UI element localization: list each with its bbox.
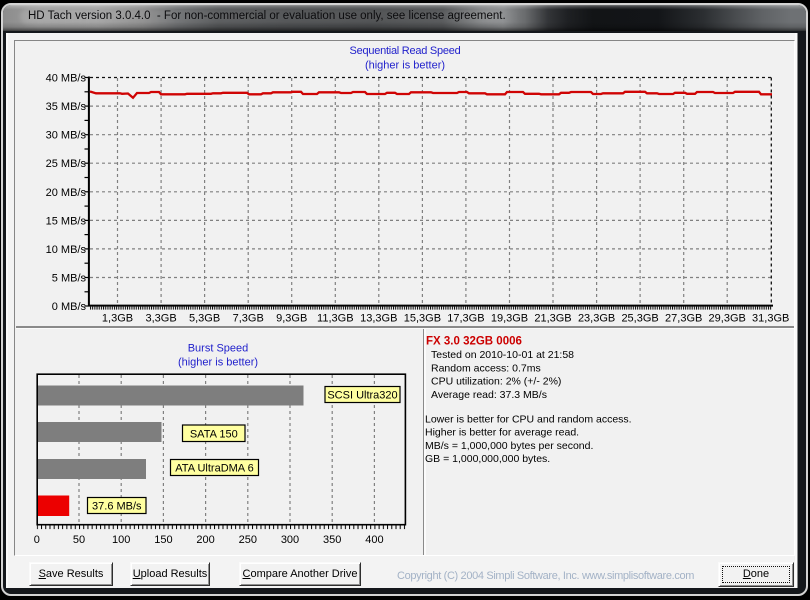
- svg-text:400: 400: [365, 534, 383, 546]
- svg-text:25 MB/s: 25 MB/s: [46, 158, 87, 170]
- svg-text:(higher is better): (higher is better): [178, 357, 258, 369]
- svg-text:FX 3.0 32GB 0006: FX 3.0 32GB 0006: [426, 336, 522, 348]
- svg-text:37.6 MB/s: 37.6 MB/s: [92, 501, 142, 513]
- svg-text:MB/s = 1,000,000 bytes per sec: MB/s = 1,000,000 bytes per second.: [425, 440, 593, 452]
- svg-text:11,3GB: 11,3GB: [317, 313, 354, 325]
- svg-text:Burst Speed: Burst Speed: [188, 343, 249, 355]
- svg-text:200: 200: [196, 534, 214, 546]
- svg-text:Tested on 2010-10-01 at 21:58: Tested on 2010-10-01 at 21:58: [431, 349, 574, 361]
- svg-text:0 MB/s: 0 MB/s: [52, 301, 87, 313]
- svg-text:20 MB/s: 20 MB/s: [46, 187, 87, 199]
- svg-text:35 MB/s: 35 MB/s: [46, 101, 87, 113]
- svg-text:ATA UltraDMA 6: ATA UltraDMA 6: [175, 463, 253, 475]
- svg-text:30 MB/s: 30 MB/s: [46, 130, 87, 142]
- svg-text:SCSI Ultra320: SCSI Ultra320: [327, 390, 397, 402]
- svg-text:50: 50: [73, 534, 85, 546]
- svg-text:31,3GB: 31,3GB: [752, 313, 789, 325]
- svg-text:350: 350: [323, 534, 341, 546]
- svg-text:Random access: 0.7ms: Random access: 0.7ms: [431, 362, 541, 374]
- svg-text:Lower is better for CPU and ra: Lower is better for CPU and random acces…: [425, 413, 632, 425]
- svg-text:9,3GB: 9,3GB: [276, 313, 307, 325]
- svg-text:CPU utilization: 2% (+/- 2%): CPU utilization: 2% (+/- 2%): [431, 376, 561, 388]
- svg-text:3,3GB: 3,3GB: [146, 313, 177, 325]
- svg-text:15 MB/s: 15 MB/s: [46, 215, 87, 227]
- svg-text:19,3GB: 19,3GB: [491, 313, 528, 325]
- svg-text:7,3GB: 7,3GB: [233, 313, 264, 325]
- svg-text:(higher is better): (higher is better): [365, 60, 445, 72]
- svg-text:5,3GB: 5,3GB: [189, 313, 220, 325]
- svg-text:25,3GB: 25,3GB: [621, 313, 658, 325]
- svg-text:29,3GB: 29,3GB: [709, 313, 746, 325]
- svg-text:10 MB/s: 10 MB/s: [46, 244, 87, 256]
- svg-text:17,3GB: 17,3GB: [447, 313, 484, 325]
- svg-text:300: 300: [281, 534, 299, 546]
- svg-text:13,3GB: 13,3GB: [360, 313, 397, 325]
- svg-text:150: 150: [154, 534, 172, 546]
- svg-text:5 MB/s: 5 MB/s: [52, 273, 87, 285]
- svg-text:Average read: 37.3 MB/s: Average read: 37.3 MB/s: [431, 389, 547, 401]
- svg-text:250: 250: [239, 534, 257, 546]
- svg-text:40 MB/s: 40 MB/s: [46, 73, 87, 85]
- svg-text:100: 100: [112, 534, 130, 546]
- svg-text:21,3GB: 21,3GB: [534, 313, 571, 325]
- svg-text:SATA 150: SATA 150: [190, 429, 238, 441]
- svg-text:27,3GB: 27,3GB: [665, 313, 702, 325]
- svg-text:1,3GB: 1,3GB: [102, 313, 133, 325]
- svg-text:23,3GB: 23,3GB: [578, 313, 615, 325]
- svg-text:GB = 1,000,000,000 bytes.: GB = 1,000,000,000 bytes.: [425, 453, 550, 465]
- svg-text:0: 0: [34, 534, 40, 546]
- svg-text:15,3GB: 15,3GB: [404, 313, 441, 325]
- svg-text:Higher is better for average r: Higher is better for average read.: [425, 427, 579, 439]
- svg-text:Sequential Read Speed: Sequential Read Speed: [350, 45, 461, 57]
